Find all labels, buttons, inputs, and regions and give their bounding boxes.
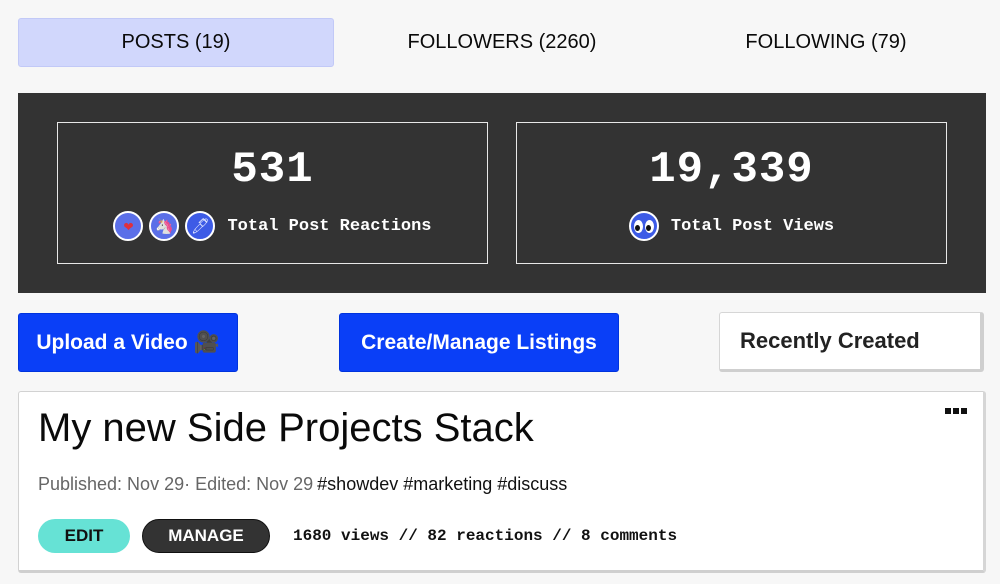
post-title[interactable]: My new Side Projects Stack	[38, 406, 534, 451]
tab-followers[interactable]: FOLLOWERS (2260)	[334, 18, 670, 67]
heart-icon: ❤	[113, 211, 144, 241]
unicorn-icon: 🦄	[149, 211, 180, 241]
more-options-icon[interactable]	[945, 408, 967, 414]
sort-select[interactable]: Recently Created	[719, 312, 984, 372]
profile-tabs: POSTS (19) FOLLOWERS (2260) FOLLOWING (7…	[18, 18, 982, 67]
post-tags[interactable]: #showdev #marketing #discuss	[317, 474, 567, 495]
rocket-icon: 🖊	[185, 211, 216, 241]
published-date: Published: Nov 29	[38, 474, 185, 494]
reactions-label: Total Post Reactions	[227, 216, 432, 236]
edit-button[interactable]: EDIT	[38, 519, 130, 553]
tab-following[interactable]: FOLLOWING (79)	[670, 18, 982, 67]
reactions-label-row: ❤ 🦄 🖊 Total Post Reactions	[58, 211, 487, 241]
upload-video-button[interactable]: Upload a Video 🎥	[18, 313, 238, 372]
manage-listings-button[interactable]: Create/Manage Listings	[339, 313, 619, 372]
reactions-count: 531	[231, 145, 314, 195]
post-stats: 1680 views // 82 reactions // 8 comments	[293, 527, 678, 545]
tab-posts[interactable]: POSTS (19)	[18, 18, 334, 67]
views-label-row: Total Post Views	[517, 211, 946, 241]
stats-panel: 531 ❤ 🦄 🖊 Total Post Reactions 19,339 To…	[18, 93, 986, 293]
views-label: Total Post Views	[670, 216, 835, 236]
post-card: My new Side Projects Stack Published: No…	[18, 391, 986, 573]
views-stat-box: 19,339 Total Post Views	[516, 122, 947, 264]
manage-button[interactable]: MANAGE	[142, 519, 270, 553]
post-meta: Published: Nov 29 · Edited: Nov 29 #show…	[38, 474, 567, 495]
views-count: 19,339	[649, 145, 814, 195]
eyes-icon	[628, 211, 659, 241]
sort-select-value: Recently Created	[740, 328, 920, 353]
edited-date: · Edited: Nov 29	[184, 474, 314, 494]
reactions-stat-box: 531 ❤ 🦄 🖊 Total Post Reactions	[57, 122, 488, 264]
